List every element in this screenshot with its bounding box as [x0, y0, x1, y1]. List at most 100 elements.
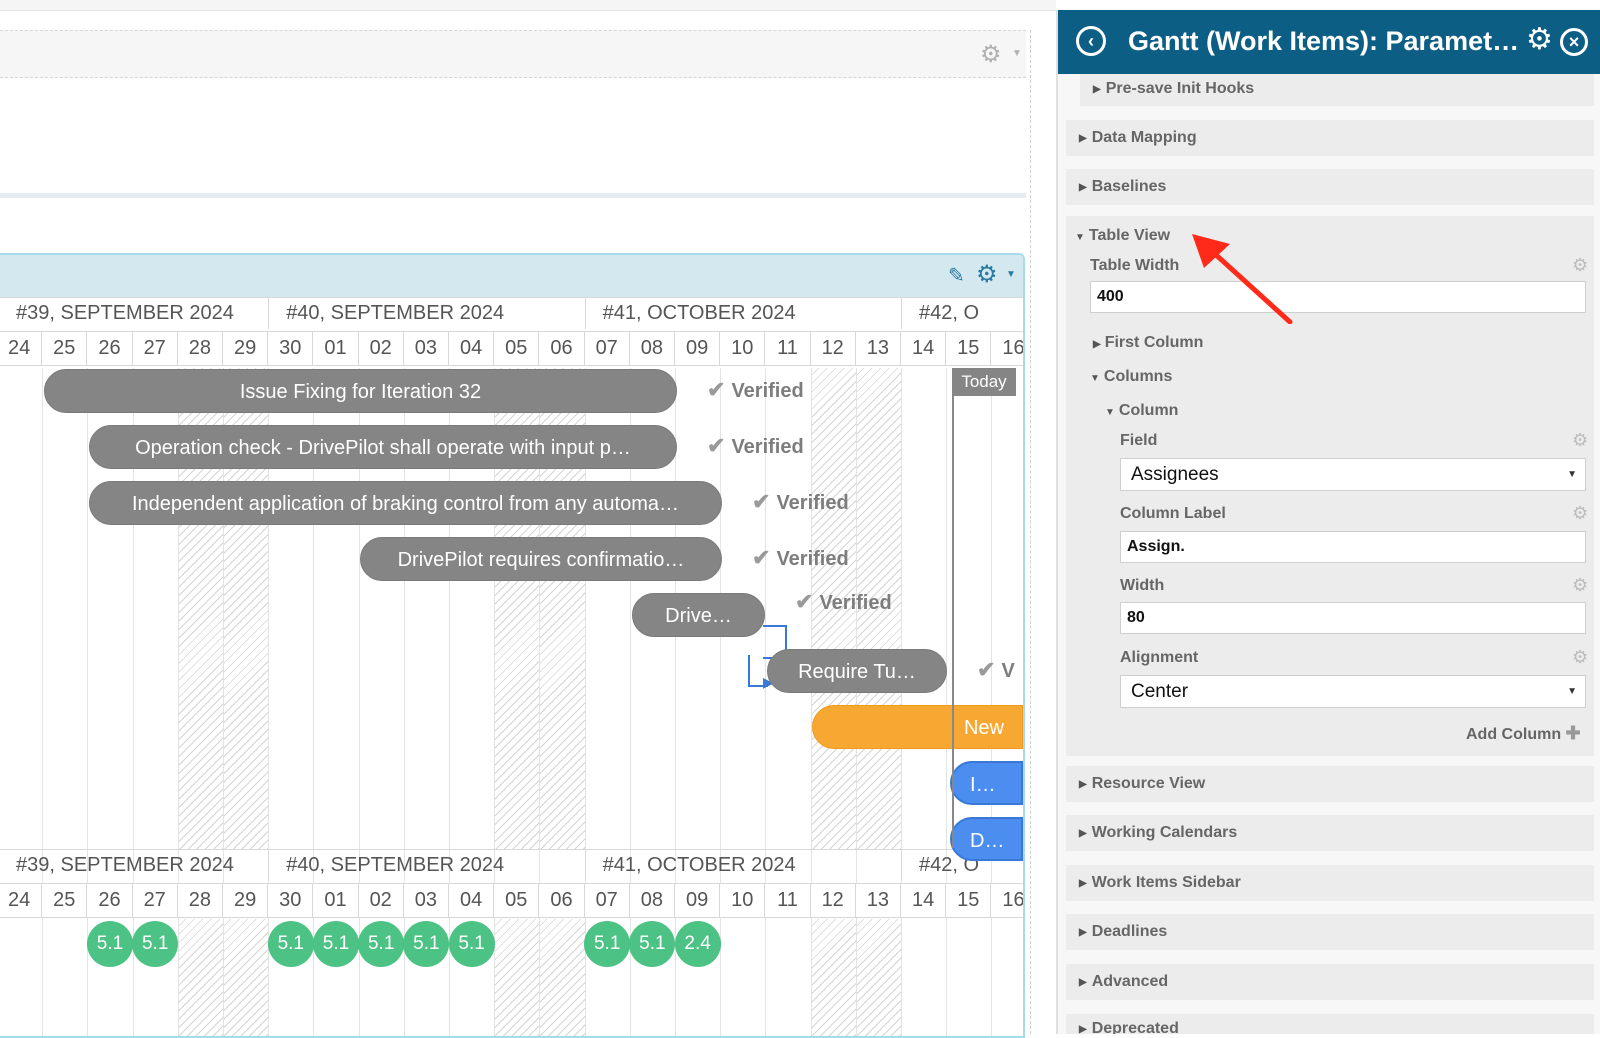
day-header: 02: [358, 883, 404, 917]
width-input[interactable]: 80: [1120, 602, 1586, 634]
day-header: 16: [991, 331, 1023, 365]
non-working-day: [810, 919, 856, 1036]
gear-icon[interactable]: ⚙: [1572, 503, 1588, 524]
chevron-down-icon[interactable]: ▼: [1012, 48, 1022, 59]
day-header: 24: [0, 331, 43, 365]
load-badge[interactable]: 5.1: [629, 921, 676, 967]
load-badge[interactable]: 5.1: [358, 921, 405, 967]
gantt-bar[interactable]: Independent application of braking contr…: [89, 481, 722, 525]
header-divider: [0, 331, 1023, 332]
check-icon: ✔: [707, 433, 726, 458]
chevron-down-icon[interactable]: ▼: [1006, 269, 1016, 280]
gear-icon[interactable]: ⚙: [1572, 647, 1588, 668]
plus-icon: ✚: [1565, 723, 1581, 743]
gear-icon[interactable]: ⚙: [976, 260, 998, 289]
add-column-button[interactable]: Add Column ✚: [1466, 723, 1581, 744]
week-header: #39, SEPTEMBER 2024: [0, 849, 270, 881]
panel-title: Gantt (Work Items): Paramet…: [1128, 26, 1520, 56]
back-icon[interactable]: ‹: [1076, 26, 1106, 56]
status-label: ✔ V: [977, 657, 1015, 682]
columns-toggle[interactable]: ▼ Columns: [1090, 368, 1172, 386]
section-deadlines[interactable]: ▶ Deadlines: [1066, 914, 1594, 950]
day-gridline: [810, 368, 812, 1036]
header-divider: [0, 849, 1023, 850]
day-header: 01: [313, 883, 359, 917]
caret-down-icon: ▼: [1075, 232, 1085, 243]
load-badge[interactable]: 5.1: [313, 921, 359, 967]
load-badge[interactable]: 5.1: [87, 921, 133, 967]
gantt-bar[interactable]: Require Tu…: [767, 649, 947, 693]
caret-right-icon: ▶: [1093, 84, 1101, 95]
width-label: Width: [1120, 577, 1165, 594]
gear-icon[interactable]: ⚙: [1572, 430, 1588, 451]
day-header: 04: [449, 883, 495, 917]
settings-icon[interactable]: ⚙: [1526, 22, 1553, 57]
close-icon[interactable]: ×: [1560, 28, 1588, 56]
column-label-input[interactable]: Assign.: [1120, 531, 1586, 563]
status-label: ✔ Verified: [795, 589, 892, 614]
status-label: ✔ Verified: [752, 545, 849, 570]
section-work-items-sidebar[interactable]: ▶ Work Items Sidebar: [1066, 865, 1594, 901]
gear-icon[interactable]: ⚙: [1572, 575, 1588, 596]
check-icon: ✔: [752, 489, 771, 514]
gantt-bar[interactable]: Drive…: [632, 593, 765, 637]
day-header: 08: [629, 331, 675, 365]
top-strip: [0, 0, 1056, 11]
pencil-icon[interactable]: ✎: [948, 263, 965, 288]
day-header: 11: [765, 883, 811, 917]
first-column-toggle[interactable]: ▶ First Column: [1093, 334, 1203, 352]
check-icon: ✔: [752, 545, 771, 570]
day-gridline: [946, 368, 948, 1036]
day-header: 06: [539, 883, 585, 917]
gantt-bar[interactable]: Drive: [950, 817, 1023, 861]
load-badge[interactable]: 5.1: [584, 921, 631, 967]
day-header: 07: [584, 331, 630, 365]
load-badge[interactable]: 5.1: [267, 921, 314, 967]
gantt-bar[interactable]: Operation check - DrivePilot shall opera…: [89, 425, 677, 469]
field-label: Field: [1120, 432, 1158, 449]
field-select[interactable]: Assignees ▼: [1120, 458, 1586, 491]
gear-icon[interactable]: ⚙: [1572, 255, 1588, 276]
alignment-select[interactable]: Center ▼: [1120, 675, 1586, 708]
column-toggle[interactable]: ▼ Column: [1105, 402, 1178, 420]
section-resource-view[interactable]: ▶ Resource View: [1066, 766, 1594, 802]
caret-right-icon: ▶: [1079, 878, 1087, 889]
gantt-bar[interactable]: New: [812, 705, 1023, 749]
gear-icon[interactable]: ⚙: [980, 40, 1002, 69]
load-badge[interactable]: 5.1: [448, 921, 495, 967]
load-badge[interactable]: 5.1: [132, 921, 179, 967]
chevron-down-icon: ▼: [1567, 686, 1577, 697]
load-badge[interactable]: 2.4: [674, 921, 721, 967]
non-working-day: [855, 919, 901, 1036]
day-header: 04: [449, 331, 495, 365]
week-header: #42, O: [901, 297, 1023, 329]
day-header: 10: [720, 883, 766, 917]
day-header: 16: [991, 883, 1023, 917]
gantt-bar[interactable]: Issue Fixing for Iteration 32: [44, 369, 677, 413]
section-pre-save-init-hooks[interactable]: ▶ Pre-save Init Hooks: [1080, 74, 1594, 106]
section-data-mapping[interactable]: ▶ Data Mapping: [1066, 120, 1594, 156]
load-badge[interactable]: 5.1: [403, 921, 450, 967]
day-header: 02: [358, 331, 404, 365]
caret-down-icon: ▼: [1105, 407, 1115, 418]
week-header: #41, OCTOBER 2024: [585, 849, 902, 881]
day-header: 26: [87, 331, 133, 365]
section-deprecated[interactable]: ▶ Deprecated: [1066, 1014, 1594, 1034]
day-header: 12: [810, 331, 856, 365]
gantt-bar[interactable]: In-flig: [950, 761, 1023, 805]
section-working-calendars[interactable]: ▶ Working Calendars: [1066, 815, 1594, 851]
day-header: 14: [901, 331, 947, 365]
week-header: #39, SEPTEMBER 2024: [0, 297, 270, 329]
day-header: 11: [765, 331, 811, 365]
section-baselines[interactable]: ▶ Baselines: [1066, 169, 1594, 205]
section-divider: [0, 193, 1026, 198]
day-header: 24: [0, 883, 43, 917]
day-header: 13: [855, 883, 901, 917]
header-divider: [0, 365, 1023, 366]
day-header: 08: [629, 883, 675, 917]
table-width-input[interactable]: 400: [1090, 281, 1586, 313]
gantt-bar[interactable]: DrivePilot requires confirmatio…: [360, 537, 722, 581]
table-view-toggle[interactable]: ▼ Table View: [1075, 227, 1170, 245]
column-label-label: Column Label: [1120, 505, 1226, 522]
section-advanced[interactable]: ▶ Advanced: [1066, 964, 1594, 1000]
